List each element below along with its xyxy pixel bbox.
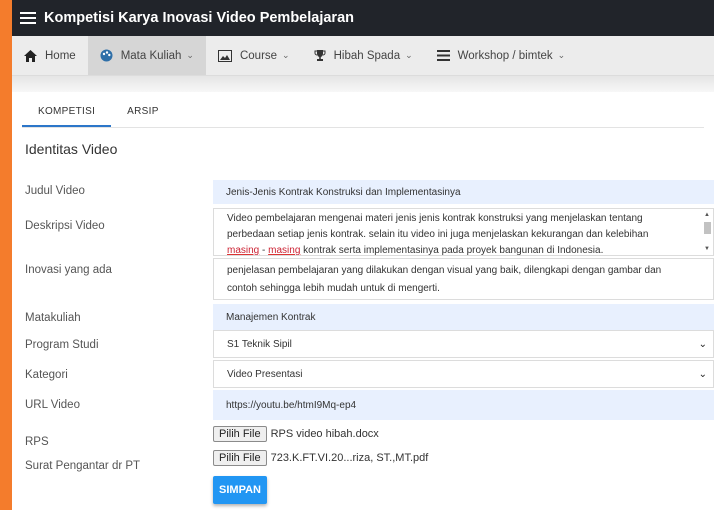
nav-course-label: Course xyxy=(239,49,278,62)
row-kategori: Kategori Video Presentasi ⌄ xyxy=(25,360,714,388)
nav-workshop[interactable]: Workshop / bimtek ⌄ xyxy=(425,36,578,75)
chevron-down-icon: ⌄ xyxy=(405,50,413,60)
rps-file-name: RPS video hibah.docx xyxy=(270,428,379,440)
judul-label: Judul Video xyxy=(25,185,85,197)
surat-file-input: Pilih File 723.K.FT.VI.20...riza, ST.,MT… xyxy=(213,450,428,466)
nav-shadow xyxy=(12,76,714,92)
prodi-label: Program Studi xyxy=(25,339,99,351)
deskripsi-label: Deskripsi Video xyxy=(25,220,105,232)
kategori-select[interactable]: Video Presentasi ⌄ xyxy=(213,360,714,388)
app-window: Kompetisi Karya Inovasi Video Pembelajar… xyxy=(12,0,714,510)
surat-label: Surat Pengantar dr PT xyxy=(25,460,141,472)
deskripsi-sep: - xyxy=(259,245,269,256)
deskripsi-textarea[interactable]: Video pembelajaran mengenai materi jenis… xyxy=(213,208,714,256)
deskripsi-line-1: Video pembelajaran mengenai materi jenis… xyxy=(227,213,643,224)
chevron-down-icon: ⌄ xyxy=(557,50,566,60)
tab-kompetisi[interactable]: KOMPETISI xyxy=(22,106,112,127)
surat-choose-file-button[interactable]: Pilih File xyxy=(213,450,267,466)
inovasi-line-2: contoh sehingga lebih mudah untuk di men… xyxy=(227,283,440,294)
row-prodi: Program Studi S1 Teknik Sipil ⌄ xyxy=(25,330,714,358)
row-deskripsi: Deskripsi Video Video pembelajaran menge… xyxy=(25,208,714,256)
inovasi-line-1: penjelasan pembelajaran yang dilakukan d… xyxy=(227,265,662,276)
deskripsi-scrollbar[interactable]: ▲ ▼ xyxy=(704,212,711,252)
inovasi-textarea[interactable]: penjelasan pembelajaran yang dilakukan d… xyxy=(213,258,714,300)
kategori-label: Kategori xyxy=(25,369,68,381)
app-title: Kompetisi Karya Inovasi Video Pembelajar… xyxy=(44,10,354,26)
matakuliah-input[interactable]: Manajemen Kontrak xyxy=(213,304,714,330)
chevron-down-icon: ⌄ xyxy=(186,50,194,60)
palette-icon xyxy=(100,49,113,62)
prodi-select[interactable]: S1 Teknik Sipil ⌄ xyxy=(213,330,714,358)
main-nav: Home Mata Kuliah ⌄ Course ⌄ Hibah Spada … xyxy=(12,36,714,76)
image-icon xyxy=(217,49,232,62)
nav-course[interactable]: Course ⌄ xyxy=(206,36,302,75)
deskripsi-spellcheck-2: masing xyxy=(268,245,301,256)
scroll-down-icon[interactable]: ▼ xyxy=(704,246,710,252)
save-button[interactable]: SIMPAN xyxy=(213,476,267,504)
section-title: Identitas Video xyxy=(25,141,118,157)
row-judul: Judul Video Jenis-Jenis Kontrak Konstruk… xyxy=(25,180,714,204)
scroll-up-icon[interactable]: ▲ xyxy=(704,212,710,218)
nav-home-label: Home xyxy=(45,49,76,62)
tab-arsip[interactable]: ARSIP xyxy=(111,106,175,127)
row-url: URL Video https://youtu.be/htmI9Mq-ep4 xyxy=(25,390,714,420)
url-input[interactable]: https://youtu.be/htmI9Mq-ep4 xyxy=(213,390,714,420)
chevron-down-icon: ⌄ xyxy=(282,50,290,60)
nav-home[interactable]: Home xyxy=(12,36,88,75)
deskripsi-line-3-rest: kontrak serta implementasinya pada proye… xyxy=(300,245,604,256)
row-surat: Surat Pengantar dr PT Pilih File 723.K.F… xyxy=(25,450,714,472)
list-icon xyxy=(436,50,450,61)
home-icon xyxy=(24,49,37,62)
judul-input[interactable]: Jenis-Jenis Kontrak Konstruksi dan Imple… xyxy=(213,180,714,204)
chevron-down-icon: ⌄ xyxy=(698,368,707,380)
rps-file-input: Pilih File RPS video hibah.docx xyxy=(213,426,379,442)
nav-workshop-label: Workshop / bimtek xyxy=(457,49,553,62)
inovasi-label: Inovasi yang ada xyxy=(25,264,112,276)
hamburger-menu-icon[interactable] xyxy=(20,12,36,24)
rps-label: RPS xyxy=(25,436,49,448)
nav-hibah-spada[interactable]: Hibah Spada ⌄ xyxy=(302,36,425,75)
tab-bar: KOMPETISI ARSIP xyxy=(22,92,704,128)
row-rps: RPS Pilih File RPS video hibah.docx xyxy=(25,426,714,448)
row-save: SIMPAN xyxy=(25,476,714,504)
row-inovasi: Inovasi yang ada penjelasan pembelajaran… xyxy=(25,258,714,300)
chevron-down-icon: ⌄ xyxy=(698,338,707,350)
nav-hibah-spada-label: Hibah Spada xyxy=(333,49,401,62)
deskripsi-spellcheck-1: masing xyxy=(227,245,260,256)
surat-file-name: 723.K.FT.VI.20...riza, ST.,MT.pdf xyxy=(270,452,429,464)
deskripsi-line-2: perbedaan setiap jenis kontrak. selain i… xyxy=(227,229,649,240)
nav-mata-kuliah-label: Mata Kuliah xyxy=(120,49,182,62)
deskripsi-line-3: masing - masing kontrak serta implementa… xyxy=(227,243,691,256)
url-label: URL Video xyxy=(25,399,80,411)
prodi-value: S1 Teknik Sipil xyxy=(227,338,292,350)
rps-choose-file-button[interactable]: Pilih File xyxy=(213,426,267,442)
scroll-thumb[interactable] xyxy=(704,222,711,234)
matakuliah-label: Matakuliah xyxy=(25,312,81,324)
kategori-value: Video Presentasi xyxy=(227,368,303,380)
main-content: KOMPETISI ARSIP Identitas Video xyxy=(12,92,714,165)
nav-mata-kuliah[interactable]: Mata Kuliah ⌄ xyxy=(87,36,206,75)
trophy-icon xyxy=(314,49,326,62)
title-bar: Kompetisi Karya Inovasi Video Pembelajar… xyxy=(12,0,714,36)
row-matakuliah: Matakuliah Manajemen Kontrak xyxy=(25,304,714,330)
